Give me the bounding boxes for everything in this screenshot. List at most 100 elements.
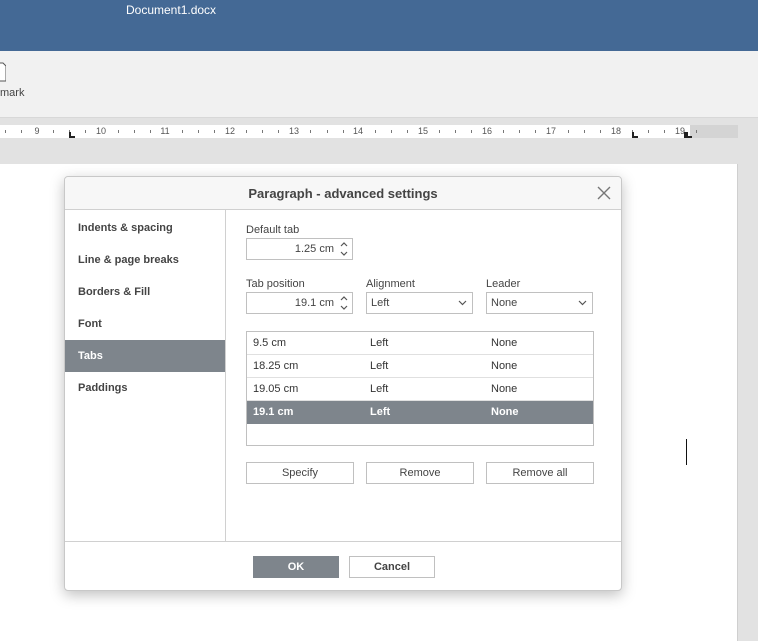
- specify-button[interactable]: Specify: [246, 462, 354, 484]
- chevron-down-icon: [578, 300, 587, 306]
- ruler-tick: [390, 130, 392, 133]
- dialog-footer: OK Cancel: [65, 541, 621, 590]
- dialog-title: Paragraph - advanced settings: [248, 186, 438, 201]
- ruler-number: 11: [160, 126, 170, 136]
- ruler-tick: [246, 130, 248, 133]
- ok-button[interactable]: OK: [253, 556, 339, 578]
- tab-stop-position: 18.25 cm: [253, 360, 299, 372]
- ruler-tick: [664, 130, 666, 133]
- tab-stop-alignment: Left: [370, 360, 389, 372]
- alignment-label: Alignment: [366, 278, 415, 290]
- tab-stop-row-selected[interactable]: 19.1 cm Left None: [247, 401, 593, 424]
- ruler-tick: [567, 130, 569, 133]
- tab-stop-position: 19.05 cm: [253, 383, 299, 395]
- ruler-tick: [133, 130, 135, 133]
- ruler-tick: [310, 130, 312, 133]
- tab-stop-alignment: Left: [370, 406, 391, 418]
- sidebar-item-paddings[interactable]: Paddings: [65, 372, 225, 404]
- spin-up-icon[interactable]: [339, 240, 349, 249]
- tab-stop-row[interactable]: 19.05 cm Left None: [247, 378, 593, 401]
- tab-stop-leader: None: [491, 383, 518, 395]
- ruler-tick: [471, 130, 473, 133]
- ruler-number: 17: [545, 126, 557, 136]
- toolbar: [0, 51, 758, 118]
- dialog-sidebar: Indents & spacing Line & page breaks Bor…: [65, 210, 226, 541]
- spin-down-icon[interactable]: [339, 303, 349, 312]
- dialog-header: Paragraph - advanced settings: [65, 177, 621, 210]
- tab-stops-list[interactable]: 9.5 cm Left None 18.25 cm Left None 19.0…: [246, 331, 594, 446]
- ruler-tick: [181, 130, 183, 133]
- ruler-tick: [455, 130, 457, 133]
- ruler-tick: [278, 130, 280, 133]
- tab-position-label: Tab position: [246, 278, 305, 290]
- ruler-tick: [374, 130, 376, 133]
- ruler-tick: [117, 130, 119, 133]
- ruler-tick: [342, 130, 344, 133]
- sidebar-item-line-page-breaks[interactable]: Line & page breaks: [65, 244, 225, 276]
- horizontal-ruler[interactable]: 9 10 11 12 13 14 15 16 17 18 19: [0, 125, 738, 138]
- ruler-number: 10: [95, 126, 107, 136]
- tab-position-value: 19.1 cm: [294, 297, 334, 309]
- tab-stop-row[interactable]: 18.25 cm Left None: [247, 355, 593, 378]
- ruler-tab-stop[interactable]: [632, 132, 638, 138]
- ruler-tab-stop[interactable]: [69, 132, 75, 138]
- sidebar-item-borders-fill[interactable]: Borders & Fill: [65, 276, 225, 308]
- ruler-number: 9: [34, 126, 40, 136]
- text-caret: [686, 439, 687, 465]
- remove-all-button[interactable]: Remove all: [486, 462, 594, 484]
- tab-stop-row[interactable]: 9.5 cm Left None: [247, 332, 593, 355]
- ruler-tick: [21, 130, 23, 133]
- document-title: Document1.docx: [126, 3, 217, 17]
- ruler-tick: [535, 130, 537, 133]
- default-tab-value: 1.25 cm: [294, 243, 334, 255]
- close-icon[interactable]: [597, 186, 611, 200]
- default-tab-spinner[interactable]: 1.25 cm: [246, 238, 353, 260]
- bookmark-button-label[interactable]: mark: [0, 87, 24, 99]
- ruler-number: 18: [610, 126, 622, 136]
- ruler-area: 9 10 11 12 13 14 15 16 17 18 19: [0, 118, 758, 164]
- ruler-number: 13: [288, 126, 300, 136]
- leader-label: Leader: [486, 278, 521, 290]
- sidebar-item-tabs[interactable]: Tabs: [65, 340, 225, 372]
- leader-select[interactable]: None: [486, 292, 593, 314]
- ruler-tick: [696, 130, 698, 133]
- tab-stop-leader: None: [491, 337, 518, 349]
- remove-button[interactable]: Remove: [366, 462, 474, 484]
- ruler-tick: [648, 130, 649, 133]
- ruler-tick: [262, 130, 264, 133]
- title-bar: Document1.docx: [0, 0, 758, 51]
- ruler-tick: [439, 130, 441, 133]
- sidebar-item-font[interactable]: Font: [65, 308, 225, 340]
- paragraph-settings-dialog: Paragraph - advanced settings Indents & …: [64, 176, 622, 591]
- ruler-tick: [583, 130, 585, 133]
- ruler-tab-stop[interactable]: [686, 132, 692, 138]
- ruler-tick: [213, 130, 215, 133]
- ruler-tick: [503, 130, 505, 133]
- ruler-tick: [5, 130, 6, 133]
- alignment-value: Left: [371, 297, 390, 309]
- ruler-number: 16: [481, 126, 493, 136]
- spin-down-icon[interactable]: [339, 249, 349, 258]
- ruler-tick: [519, 130, 521, 133]
- sidebar-item-indents-spacing[interactable]: Indents & spacing: [65, 212, 225, 244]
- ruler-tick: [53, 130, 55, 133]
- default-tab-label: Default tab: [246, 224, 300, 236]
- spin-up-icon[interactable]: [339, 294, 349, 303]
- ruler-tick: [599, 130, 601, 133]
- tab-stop-leader: None: [491, 406, 519, 418]
- ruler-number: 14: [352, 126, 364, 136]
- cancel-button[interactable]: Cancel: [349, 556, 435, 578]
- ruler-number: 12: [224, 126, 236, 136]
- tab-position-spinner[interactable]: 19.1 cm: [246, 292, 353, 314]
- ruler-tick: [197, 130, 199, 133]
- alignment-select[interactable]: Left: [366, 292, 473, 314]
- ruler-number: 15: [417, 126, 429, 136]
- tab-stop-position: 9.5 cm: [253, 337, 287, 349]
- bookmark-icon[interactable]: [0, 62, 6, 82]
- tab-stop-leader: None: [491, 360, 518, 372]
- tab-stop-position: 19.1 cm: [253, 406, 294, 418]
- tab-stop-alignment: Left: [370, 383, 389, 395]
- leader-value: None: [491, 297, 518, 309]
- tab-stop-alignment: Left: [370, 337, 389, 349]
- ruler-tick: [149, 130, 151, 133]
